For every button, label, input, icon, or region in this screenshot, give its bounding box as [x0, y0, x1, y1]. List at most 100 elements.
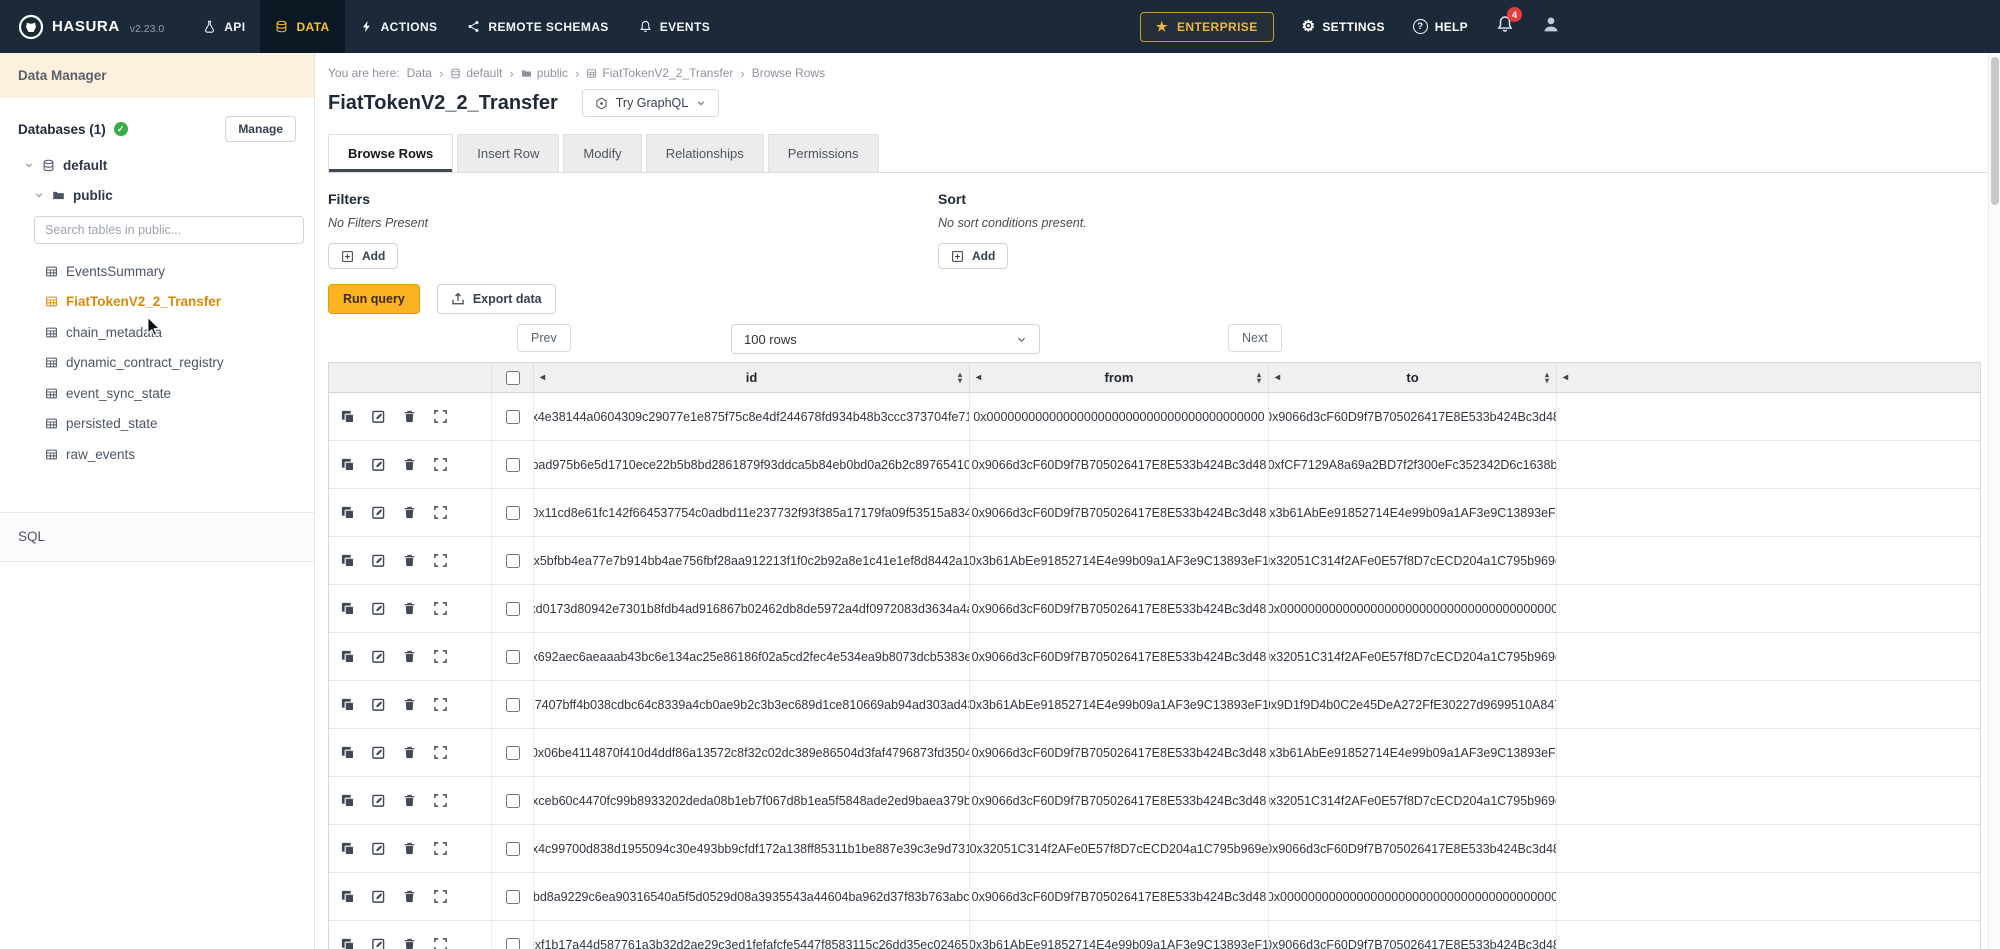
edit-row-button[interactable] — [371, 841, 386, 856]
edit-row-button[interactable] — [371, 553, 386, 568]
sidebar-table-persisted_state[interactable]: persisted_state — [0, 409, 314, 440]
export-data-button[interactable]: Export data — [437, 284, 556, 314]
settings-button[interactable]: ⚙ SETTINGS — [1302, 19, 1385, 34]
expand-row-button[interactable] — [433, 937, 448, 949]
sort-icon[interactable]: ▴▾ — [958, 372, 962, 384]
enterprise-button[interactable]: ★ ENTERPRISE — [1140, 12, 1274, 42]
breadcrumb-item-default[interactable]: default — [450, 66, 502, 80]
delete-row-button[interactable] — [402, 889, 417, 904]
delete-row-button[interactable] — [402, 745, 417, 760]
add-filter-button[interactable]: Add — [328, 243, 398, 269]
delete-row-button[interactable] — [402, 409, 417, 424]
row-checkbox[interactable] — [506, 602, 520, 616]
prev-page-button[interactable]: Prev — [517, 324, 571, 352]
sidebar-table-EventsSummary[interactable]: EventsSummary — [0, 256, 314, 287]
edit-row-button[interactable] — [371, 505, 386, 520]
nav-item-actions[interactable]: ACTIONS — [345, 0, 453, 53]
delete-row-button[interactable] — [402, 553, 417, 568]
clone-row-button[interactable] — [340, 553, 355, 568]
sidebar-item-sql[interactable]: SQL — [0, 512, 314, 562]
chevron-down-icon[interactable] — [34, 190, 44, 200]
expand-row-button[interactable] — [433, 409, 448, 424]
clone-row-button[interactable] — [340, 793, 355, 808]
caret-left-icon[interactable]: ◂ — [540, 372, 545, 383]
hasura-brand[interactable]: HASURA v2.23.0 — [18, 0, 164, 53]
run-query-button[interactable]: Run query — [328, 284, 420, 314]
breadcrumb-item-fiattokenv2_2_transfer[interactable]: FiatTokenV2_2_Transfer — [586, 66, 733, 80]
row-checkbox[interactable] — [506, 554, 520, 568]
caret-left-icon[interactable]: ◂ — [1275, 372, 1280, 383]
nav-item-data[interactable]: DATA — [260, 0, 344, 53]
sidebar-database-default[interactable]: default — [0, 152, 314, 178]
add-sort-button[interactable]: Add — [938, 243, 1008, 269]
clone-row-button[interactable] — [340, 601, 355, 616]
row-checkbox[interactable] — [506, 698, 520, 712]
column-header-from[interactable]: ◂from▴▾ — [970, 363, 1269, 393]
chevron-down-icon[interactable] — [24, 160, 34, 170]
expand-row-button[interactable] — [433, 601, 448, 616]
row-checkbox[interactable] — [506, 746, 520, 760]
search-tables-input[interactable] — [34, 216, 304, 244]
delete-row-button[interactable] — [402, 649, 417, 664]
clone-row-button[interactable] — [340, 889, 355, 904]
column-header-to[interactable]: ◂to▴▾ — [1269, 363, 1557, 393]
delete-row-button[interactable] — [402, 697, 417, 712]
sort-icon[interactable]: ▴▾ — [1257, 372, 1261, 384]
notifications-button[interactable]: 4 — [1496, 15, 1514, 38]
expand-row-button[interactable] — [433, 697, 448, 712]
edit-row-button[interactable] — [371, 457, 386, 472]
delete-row-button[interactable] — [402, 793, 417, 808]
row-checkbox[interactable] — [506, 842, 520, 856]
row-checkbox[interactable] — [506, 938, 520, 949]
caret-left-icon[interactable]: ◂ — [976, 372, 981, 383]
edit-row-button[interactable] — [371, 889, 386, 904]
expand-row-button[interactable] — [433, 505, 448, 520]
row-checkbox[interactable] — [506, 506, 520, 520]
clone-row-button[interactable] — [340, 409, 355, 424]
edit-row-button[interactable] — [371, 937, 386, 949]
expand-row-button[interactable] — [433, 841, 448, 856]
clone-row-button[interactable] — [340, 745, 355, 760]
tab-browse-rows[interactable]: Browse Rows — [328, 134, 453, 172]
column-header-id[interactable]: ◂id▴▾ — [534, 363, 970, 393]
expand-row-button[interactable] — [433, 745, 448, 760]
expand-row-button[interactable] — [433, 649, 448, 664]
try-graphql-button[interactable]: Try GraphQL — [582, 89, 719, 117]
edit-row-button[interactable] — [371, 601, 386, 616]
sidebar-table-dynamic_contract_registry[interactable]: dynamic_contract_registry — [0, 348, 314, 379]
sidebar-table-FiatTokenV2_2_Transfer[interactable]: FiatTokenV2_2_Transfer — [0, 287, 314, 318]
delete-row-button[interactable] — [402, 505, 417, 520]
expand-row-button[interactable] — [433, 457, 448, 472]
clone-row-button[interactable] — [340, 697, 355, 712]
edit-row-button[interactable] — [371, 649, 386, 664]
manage-button[interactable]: Manage — [225, 116, 296, 142]
breadcrumb-item-data[interactable]: Data — [407, 66, 432, 80]
tab-modify[interactable]: Modify — [563, 134, 641, 172]
next-page-button[interactable]: Next — [1228, 324, 1282, 352]
breadcrumb-item-public[interactable]: public — [521, 66, 568, 80]
clone-row-button[interactable] — [340, 505, 355, 520]
sidebar-table-event_sync_state[interactable]: event_sync_state — [0, 378, 314, 409]
delete-row-button[interactable] — [402, 937, 417, 949]
clone-row-button[interactable] — [340, 457, 355, 472]
scrollbar-thumb[interactable] — [1991, 57, 1999, 205]
tab-relationships[interactable]: Relationships — [646, 134, 764, 172]
expand-row-button[interactable] — [433, 553, 448, 568]
clone-row-button[interactable] — [340, 937, 355, 949]
user-menu-button[interactable] — [1542, 15, 1560, 38]
delete-row-button[interactable] — [402, 841, 417, 856]
help-button[interactable]: ? HELP — [1413, 19, 1468, 34]
sidebar-table-chain_metadata[interactable]: chain_metadata — [0, 317, 314, 348]
clone-row-button[interactable] — [340, 649, 355, 664]
select-all-checkbox[interactable] — [506, 371, 520, 385]
page-size-select[interactable]: 100 rows — [731, 324, 1040, 354]
nav-item-api[interactable]: API — [188, 0, 260, 53]
expand-row-button[interactable] — [433, 793, 448, 808]
tab-permissions[interactable]: Permissions — [768, 134, 879, 172]
nav-item-events[interactable]: EVENTS — [624, 0, 725, 53]
delete-row-button[interactable] — [402, 457, 417, 472]
edit-row-button[interactable] — [371, 697, 386, 712]
expand-row-button[interactable] — [433, 889, 448, 904]
edit-row-button[interactable] — [371, 409, 386, 424]
clone-row-button[interactable] — [340, 841, 355, 856]
